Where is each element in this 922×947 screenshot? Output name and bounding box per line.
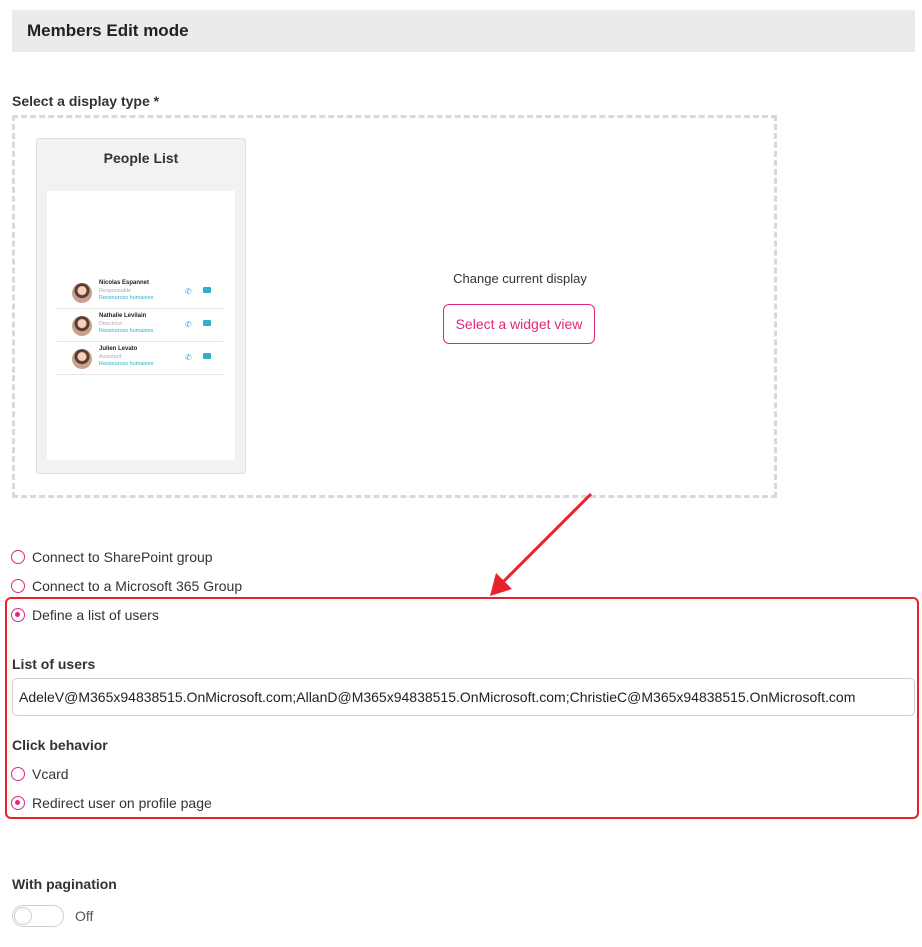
person-department: Ressources humaines: [99, 328, 154, 334]
radio-button[interactable]: [11, 579, 25, 593]
mail-icon: [203, 287, 211, 293]
radio-vcard[interactable]: Vcard: [11, 765, 69, 783]
preview-person-row: Nathalie Levilain Directrice Ressources …: [57, 310, 223, 342]
mail-icon: [203, 320, 211, 326]
pagination-label: With pagination: [12, 876, 117, 892]
display-type-label: Select a display type *: [12, 93, 160, 109]
people-list-preview-card[interactable]: People List Nicolas Espannet Responsable…: [36, 138, 246, 474]
avatar: [72, 316, 92, 336]
person-role: Responsable: [99, 288, 132, 294]
radio-button[interactable]: [11, 767, 25, 781]
radio-microsoft-365-group[interactable]: Connect to a Microsoft 365 Group: [11, 577, 242, 595]
preview-screen: Nicolas Espannet Responsable Ressources …: [47, 191, 235, 460]
radio-label: Connect to a Microsoft 365 Group: [32, 578, 243, 594]
display-type-area: People List Nicolas Espannet Responsable…: [12, 115, 777, 498]
radio-label: Connect to SharePoint group: [32, 549, 213, 565]
person-name: Nathalie Levilain: [99, 313, 147, 319]
page-header: Members Edit mode: [12, 10, 915, 52]
person-name: Nicolas Espannet: [99, 280, 150, 286]
radio-label: Redirect user on profile page: [32, 795, 212, 811]
radio-button-selected[interactable]: [11, 796, 25, 810]
radio-sharepoint-group[interactable]: Connect to SharePoint group: [11, 548, 213, 566]
person-department: Ressources humaines: [99, 295, 154, 301]
radio-redirect-profile-page[interactable]: Redirect user on profile page: [11, 794, 212, 812]
mail-icon: [203, 353, 211, 359]
radio-button[interactable]: [11, 550, 25, 564]
preview-person-row: Julien Levato Assistant Ressources humai…: [57, 343, 223, 375]
pagination-toggle[interactable]: [12, 905, 64, 927]
list-of-users-input[interactable]: [12, 678, 915, 716]
avatar: [72, 283, 92, 303]
arrow-head: [490, 573, 512, 596]
list-of-users-label: List of users: [12, 656, 96, 672]
radio-label: Vcard: [32, 766, 69, 782]
phone-icon: ✆: [185, 287, 192, 296]
avatar: [72, 349, 92, 369]
pagination-toggle-state: Off: [75, 908, 94, 924]
preview-person-row: Nicolas Espannet Responsable Ressources …: [57, 277, 223, 309]
person-name: Julien Levato: [99, 346, 138, 352]
person-role: Directrice: [99, 321, 123, 327]
change-display-text: Change current display: [453, 271, 587, 286]
click-behavior-label: Click behavior: [12, 737, 108, 753]
phone-icon: ✆: [185, 353, 192, 362]
select-widget-view-button[interactable]: Select a widget view: [443, 304, 595, 344]
preview-title: People List: [103, 150, 179, 166]
arrow-shaft: [501, 492, 593, 584]
toggle-knob: [14, 907, 32, 925]
person-department: Ressources humaines: [99, 361, 154, 367]
phone-icon: ✆: [185, 320, 192, 329]
person-role: Assistant: [99, 354, 122, 360]
page-title: Members Edit mode: [27, 21, 189, 40]
